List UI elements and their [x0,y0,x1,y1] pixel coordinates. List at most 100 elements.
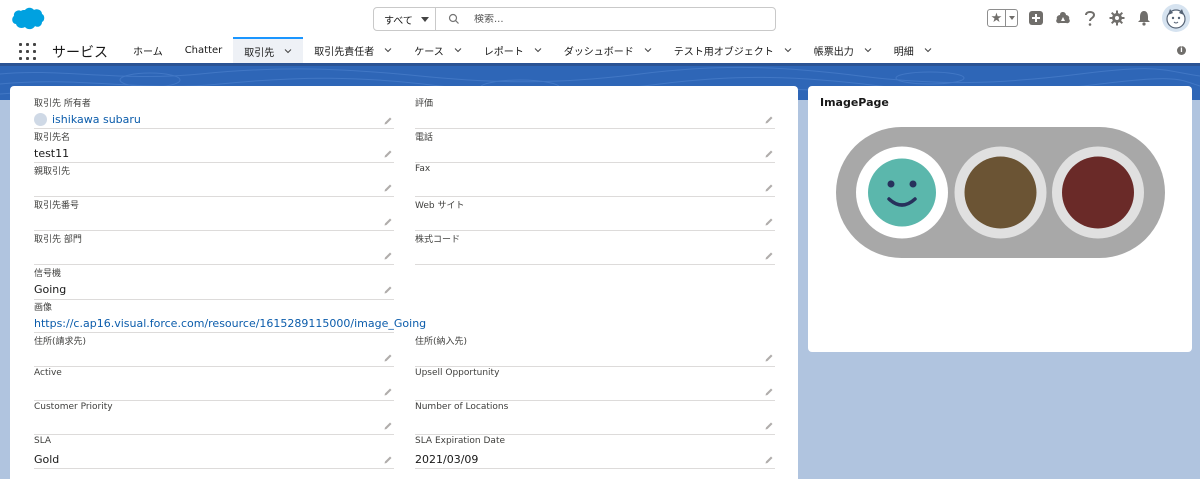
user-avatar[interactable] [1162,4,1190,32]
record-field: 取引先 所有者 ishikawa subaru [34,96,394,129]
edit-pencil-icon[interactable] [383,455,393,465]
record-field: 評価 [415,96,775,129]
record-field: 株式コード [415,232,775,265]
edit-pencil-icon[interactable] [764,115,774,125]
field-label: Active [34,368,62,378]
edit-pencil-icon[interactable] [764,217,774,227]
edit-pencil-icon[interactable] [383,285,393,295]
field-value: Gold [34,453,60,466]
nav-tab[interactable]: 帳票出力 [803,37,883,63]
trailhead-icon[interactable] [1054,9,1072,27]
nav-tab-label: 明細 [893,46,914,58]
record-field: 電話 [415,130,775,163]
edit-pencil-icon[interactable] [383,353,393,363]
edit-pencil-icon[interactable] [764,251,774,261]
notifications-bell-icon[interactable] [1135,9,1153,27]
salesforce-logo[interactable] [10,6,46,31]
info-icon[interactable]: i [1177,46,1186,55]
field-label: 取引先 所有者 [34,99,91,109]
nav-tab[interactable]: レポート [473,37,553,63]
edit-pencil-icon[interactable] [764,421,774,431]
nav-items: ホーム Chatter 取引先 取引先責任者 ケース レポート ダッシュボード テスト用オブジ… [122,37,943,63]
edit-pencil-icon[interactable] [383,217,393,227]
field-value: test11 [34,147,70,160]
chevron-down-icon[interactable] [924,46,932,54]
favorites-button[interactable]: ★ [987,9,1018,27]
search-scope-select[interactable]: すべて [374,8,436,30]
field-label: 住所(納入先) [415,337,468,347]
nav-tab-label: ダッシュボード [563,46,634,58]
nav-tab[interactable]: 明細 [883,37,943,63]
chevron-down-icon[interactable] [384,46,392,54]
chevron-down-icon[interactable] [284,47,292,55]
record-field: 住所(納入先) [415,334,775,367]
field-label: Web サイト [415,201,465,211]
image-page-title: ImagePage [820,96,889,109]
nav-tab[interactable]: 取引先責任者 [303,37,403,63]
app-navigation-bar: サービス ホーム Chatter 取引先 取引先責任者 ケース レポート ダッシュボード テス… [0,37,1200,66]
edit-pencil-icon[interactable] [383,183,393,193]
header-utility-icons: ★ [987,4,1190,32]
field-value[interactable]: ishikawa subaru [34,113,141,126]
add-icon[interactable] [1027,9,1045,27]
app-launcher-icon[interactable] [19,43,36,60]
image-page-card: ImagePage [808,86,1192,352]
nav-tab[interactable]: Chatter [174,37,234,63]
nav-tab[interactable]: ホーム [122,37,174,63]
chevron-down-icon[interactable] [534,46,542,54]
nav-tab[interactable]: 取引先 [233,37,304,63]
edit-pencil-icon[interactable] [764,183,774,193]
settings-gear-icon[interactable] [1108,9,1126,27]
edit-pencil-icon[interactable] [764,455,774,465]
record-field: Customer Priority [34,402,394,435]
field-value: Going [34,283,67,296]
field-label: 評価 [415,99,434,109]
record-field: Number of Locations [415,402,775,435]
search-input[interactable] [474,13,774,25]
edit-pencil-icon[interactable] [383,116,393,126]
chevron-down-icon[interactable] [864,46,872,54]
global-header: すべて ★ [0,0,1200,37]
edit-pencil-icon[interactable] [383,387,393,397]
field-value: 2021/03/09 [415,453,479,466]
stop-light [1062,156,1134,229]
field-label: 電話 [415,133,434,143]
field-label: 取引先 部門 [34,235,82,245]
edit-pencil-icon[interactable] [764,387,774,397]
smile-left-eye [887,180,895,188]
nav-tab[interactable]: ダッシュボード [553,37,663,63]
nav-tab-label: テスト用オブジェクト [673,46,774,58]
record-field: 親取引先 [34,164,394,197]
field-label: 取引先名 [34,133,71,143]
chevron-down-icon[interactable] [454,46,462,54]
nav-tab[interactable]: ケース [403,37,473,63]
field-value-link[interactable]: https://c.ap16.visual.force.com/resource… [34,317,426,330]
field-label: 住所(請求先) [34,337,87,347]
edit-pencil-icon[interactable] [383,421,393,431]
owner-name-link[interactable]: ishikawa subaru [52,113,141,126]
field-label: Number of Locations [415,402,509,412]
record-field: Web サイト [415,198,775,231]
field-label: SLA [34,436,52,446]
field-label: 株式コード [415,235,461,245]
owner-avatar [34,113,47,126]
record-field: 信号機 Going [34,266,394,300]
record-field: Active [34,368,394,401]
edit-pencil-icon[interactable] [764,353,774,363]
edit-pencil-icon[interactable] [764,149,774,159]
nav-tab-label: レポート [483,46,524,58]
search-scope-label: すべて [384,15,413,27]
nav-tab[interactable]: テスト用オブジェクト [663,37,803,63]
nav-tab-label: Chatter [184,44,223,56]
star-icon[interactable]: ★ [988,10,1006,26]
nav-tab-label: ケース [414,46,444,58]
global-search: すべて [373,7,776,31]
edit-pencil-icon[interactable] [383,149,393,159]
record-field: 住所(請求先) [34,334,394,367]
chevron-down-icon[interactable] [784,46,792,54]
help-icon[interactable] [1081,9,1099,27]
favorites-list-button[interactable] [1006,10,1017,26]
chevron-down-icon[interactable] [644,46,652,54]
edit-pencil-icon[interactable] [383,251,393,261]
go-light [868,158,936,227]
